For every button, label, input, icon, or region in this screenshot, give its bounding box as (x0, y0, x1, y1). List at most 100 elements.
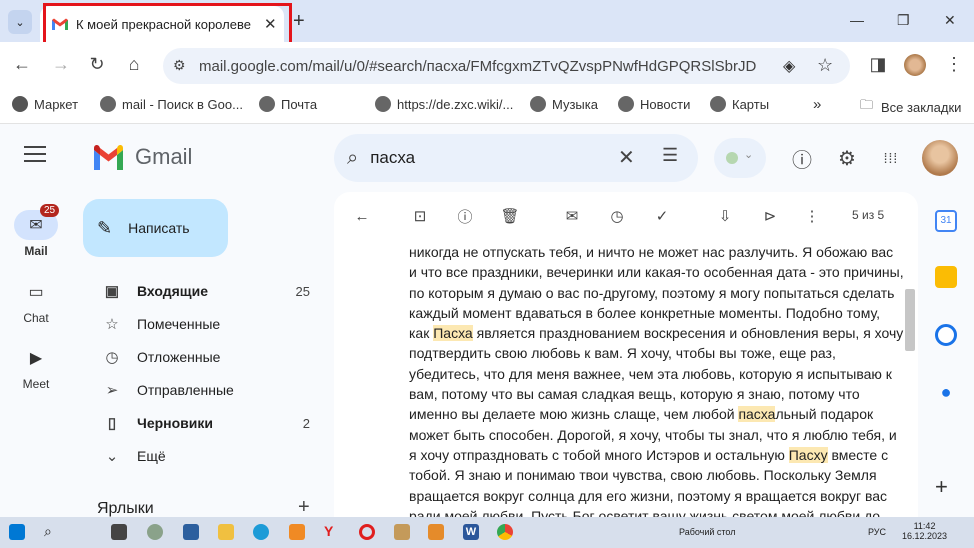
move-to-icon[interactable]: ⇩ (715, 206, 735, 226)
edge-icon[interactable] (253, 524, 269, 540)
app-icon[interactable] (394, 524, 410, 540)
forward-icon[interactable]: → (49, 54, 73, 78)
settings-gear-icon[interactable]: ⚙ (835, 146, 859, 170)
bookmark-item[interactable]: Новости (618, 96, 690, 112)
folder-more[interactable]: ⌄ Ещё (72, 440, 322, 472)
archive-icon[interactable]: ⊡ (410, 206, 430, 226)
search-input[interactable]: пасха (370, 148, 415, 168)
rail-chat[interactable]: ▭ Chat (0, 277, 72, 325)
clock[interactable]: 11:42 16.12.2023 (902, 521, 947, 541)
globe-icon (375, 96, 391, 112)
body-text-span: я хочу отпраздновать с тобой много Истэр… (409, 446, 789, 463)
task-view-icon[interactable] (111, 524, 127, 540)
word-icon[interactable]: W (463, 524, 479, 540)
pencil-icon: ✎ (97, 217, 113, 238)
folder-sent[interactable]: ➢ Отправленные (72, 374, 322, 406)
message-toolbar: ← ⊡ ⓘ 🗑 ✉ ◷ ✓ ⇩ ⊳ ⋮ 5 из 5 (334, 192, 918, 240)
rail-mail[interactable]: ✉ 25 Mail (0, 204, 72, 258)
bookmark-item[interactable]: Музыка (530, 96, 598, 112)
keep-icon[interactable] (935, 266, 957, 288)
more-actions-icon[interactable]: ⋮ (802, 206, 822, 226)
extension-icon[interactable]: ◈ (783, 56, 795, 76)
search-icon[interactable]: ⌕ (44, 523, 60, 539)
chevron-down-icon: ⌄ (744, 149, 754, 161)
bookmark-item[interactable]: Карты (710, 96, 769, 112)
rail-label: Mail (24, 244, 48, 258)
all-bookmarks-item[interactable]: 🗀 Все закладки (860, 96, 961, 118)
bookmark-item[interactable]: https://de.zxc.wiki/... (375, 96, 513, 112)
body-text-span: по которым я думаю о вас по-другому, поэ… (409, 284, 895, 301)
body-text-span: ради моей любви. Пусть Бог осветит вашу … (409, 507, 881, 517)
status-selector[interactable]: ⌄ (714, 138, 766, 178)
label-icon[interactable]: ⊳ (760, 206, 780, 226)
snooze-icon[interactable]: ◷ (607, 206, 627, 226)
file-explorer-icon[interactable] (218, 524, 234, 540)
folder-inbox[interactable]: ▣ Входящие 25 (72, 275, 322, 307)
report-spam-icon[interactable]: ⓘ (455, 206, 475, 226)
bookmark-item[interactable]: Почта (259, 96, 317, 112)
mark-unread-icon[interactable]: ✉ (562, 206, 582, 226)
bookmark-star-icon[interactable]: ☆ (817, 55, 833, 76)
folder-drafts[interactable]: ▯ Черновики 2 (72, 407, 322, 439)
tab-search-chevron-icon[interactable]: ⌄ (8, 10, 32, 34)
scrollbar-thumb[interactable] (905, 289, 915, 351)
search-options-icon[interactable]: ☰ (662, 145, 678, 166)
body-text-span: убедитесь, что для меня важнее, чем эта … (409, 365, 892, 382)
folder-starred[interactable]: ☆ Помеченные (72, 308, 322, 340)
labels-heading: Ярлыки (97, 500, 154, 517)
clear-search-icon[interactable]: ✕ (618, 145, 635, 170)
help-icon[interactable]: ⓘ (790, 146, 814, 172)
compose-button[interactable]: ✎ Написать (83, 199, 228, 257)
bookmark-item[interactable]: Маркет (12, 96, 78, 112)
body-line: и что все праздники, вечеринки или какая… (409, 262, 904, 282)
desktop-toolbar-label[interactable]: Рабочий стол (679, 527, 736, 537)
message-reading-pane: ← ⊡ ⓘ 🗑 ✉ ◷ ✓ ⇩ ⊳ ⋮ 5 из 5 никогда не от… (334, 192, 918, 517)
yandex-icon[interactable]: Y (324, 523, 340, 539)
main-menu-icon[interactable] (24, 146, 46, 164)
add-task-icon[interactable]: ✓ (652, 206, 672, 226)
bookmark-item[interactable]: mail - Поиск в Goo... (100, 96, 243, 112)
rail-meet[interactable]: ▶ Meet (0, 343, 72, 391)
side-panel-icon[interactable]: ◨ (866, 54, 890, 78)
restore-icon[interactable]: ❐ (897, 12, 910, 29)
rail-label: Meet (22, 377, 50, 391)
search-icon[interactable]: ⌕ (347, 147, 358, 170)
calendar-icon[interactable]: 31 (935, 210, 957, 232)
site-settings-icon[interactable]: ⚙ (173, 57, 186, 74)
new-tab-button[interactable]: + (293, 10, 305, 33)
search-highlight: Пасха (433, 325, 473, 342)
home-icon[interactable]: ⌂ (122, 54, 146, 78)
gmail-logo[interactable]: Gmail (92, 144, 192, 170)
browser-menu-icon[interactable]: ⋮ (942, 54, 966, 78)
add-label-icon[interactable]: + (298, 496, 310, 519)
delete-icon[interactable]: 🗑 (500, 206, 520, 226)
minimize-icon[interactable]: — (850, 12, 864, 28)
opera-icon[interactable] (359, 524, 375, 540)
back-icon[interactable]: ← (10, 54, 34, 78)
mail-search-bar[interactable]: ⌕ пасха ✕ ☰ (334, 134, 698, 182)
account-avatar[interactable] (922, 140, 958, 176)
more-bookmarks-icon[interactable]: » (813, 96, 821, 113)
contacts-icon[interactable]: ● (935, 382, 957, 404)
app-icon[interactable] (428, 524, 444, 540)
reload-icon[interactable]: ↻ (85, 54, 109, 78)
body-line: никогда не отпускать тебя, и ничто не мо… (409, 242, 893, 262)
windows-start-icon[interactable] (9, 524, 25, 540)
app-icon[interactable] (183, 524, 199, 540)
bookmarks-bar: Маркет mail - Поиск в Goo... Почта https… (0, 90, 974, 124)
app-icon[interactable] (147, 524, 163, 540)
address-bar[interactable]: ⚙ mail.google.com/mail/u/0/#search/пасха… (163, 48, 850, 84)
get-addons-icon[interactable]: + (935, 474, 948, 500)
mail-icon: ✉ 25 (14, 204, 60, 240)
body-line: я хочу отпраздновать с тобой много Истэр… (409, 445, 893, 465)
app-icon[interactable] (289, 524, 305, 540)
body-line: тобой. Я знаю и понимаю твои чувства, св… (409, 465, 893, 485)
tasks-icon[interactable] (935, 324, 957, 346)
close-window-icon[interactable]: ✕ (944, 12, 956, 29)
apps-grid-icon[interactable]: ⁞⁞⁞ (879, 146, 903, 170)
language-indicator[interactable]: РУС (868, 527, 886, 537)
profile-avatar[interactable] (904, 54, 926, 76)
folder-snoozed[interactable]: ◷ Отложенные (72, 341, 322, 373)
chrome-icon[interactable] (497, 524, 513, 540)
back-to-search-icon[interactable]: ← (352, 206, 372, 226)
